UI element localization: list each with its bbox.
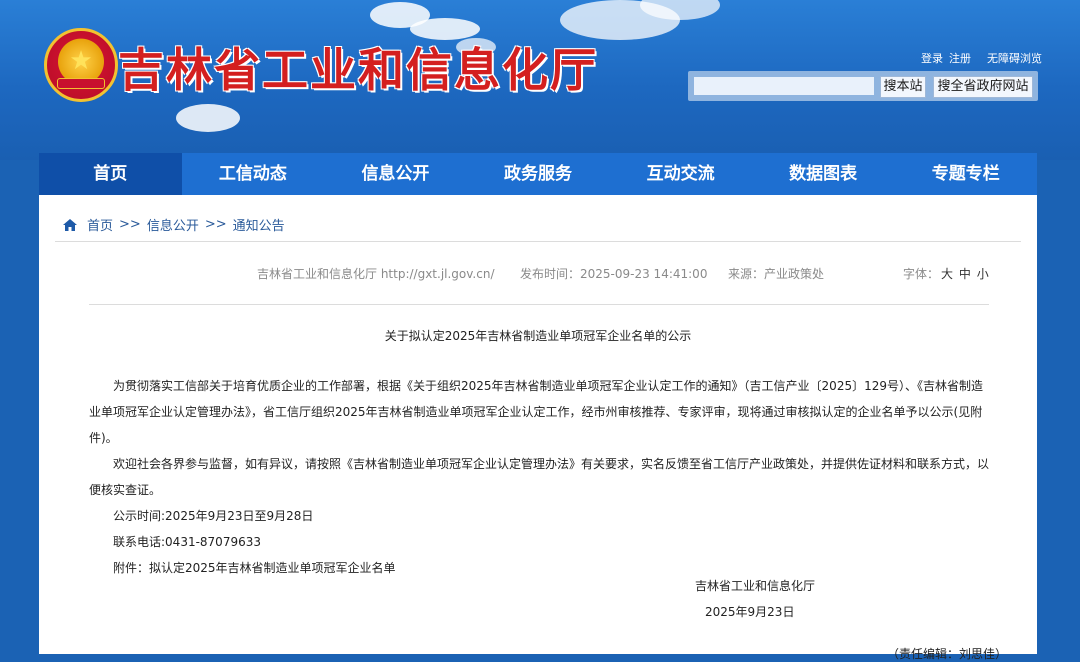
search-input[interactable] bbox=[694, 77, 874, 95]
meta-from: 来源：产业政策处 bbox=[728, 267, 825, 281]
article-title: 关于拟认定2025年吉林省制造业单项冠军企业名单的公示 bbox=[384, 329, 692, 343]
article-paragraph: 为贯彻落实工信部关于培育优质企业的工作部署，根据《关于组织2025年吉林省制造业… bbox=[89, 379, 983, 445]
breadcrumb-separator: >> bbox=[204, 217, 227, 232]
home-icon bbox=[63, 218, 77, 231]
article-attachment-link[interactable]: 附件：拟认定2025年吉林省制造业单项冠军企业名单 bbox=[89, 555, 989, 581]
register-link[interactable]: 注册 bbox=[949, 52, 971, 65]
nav-item-data-charts[interactable]: 数据图表 bbox=[752, 153, 895, 195]
top-links: 登录 注册 无障碍浏览 bbox=[921, 50, 1048, 66]
breadcrumb-notices[interactable]: 通知公告 bbox=[233, 215, 285, 234]
font-size-large[interactable]: 大 bbox=[941, 267, 953, 281]
accessibility-link[interactable]: 无障碍浏览 bbox=[987, 52, 1042, 65]
article-notice-period: 公示时间:2025年9月23日至9月28日 bbox=[113, 509, 314, 523]
login-link[interactable]: 登录 bbox=[921, 52, 943, 65]
content-panel: 首页 >> 信息公开 >> 通知公告 吉林省工业和信息化厅 http://gxt… bbox=[39, 195, 1037, 661]
national-emblem-icon: ★ bbox=[44, 28, 118, 102]
font-size-medium[interactable]: 中 bbox=[959, 267, 971, 281]
nav-item-special-topics[interactable]: 专题专栏 bbox=[894, 153, 1037, 195]
search-all-gov-button[interactable]: 搜全省政府网站 bbox=[933, 76, 1033, 98]
nav-item-news[interactable]: 工信动态 bbox=[182, 153, 325, 195]
sign-organization: 吉林省工业和信息化厅 bbox=[695, 579, 816, 593]
breadcrumb: 首页 >> 信息公开 >> 通知公告 bbox=[63, 215, 285, 234]
meta-source: 吉林省工业和信息化厅 http://gxt.jl.gov.cn/ bbox=[257, 267, 495, 281]
breadcrumb-home[interactable]: 首页 bbox=[87, 215, 113, 234]
nav-item-home[interactable]: 首页 bbox=[39, 153, 182, 195]
site-header: ★ 吉林省工业和信息化厅 登录 注册 无障碍浏览 搜本站 搜全省政府网站 bbox=[0, 0, 1080, 160]
sign-date: 2025年9月23日 bbox=[705, 605, 795, 619]
divider bbox=[55, 241, 1021, 242]
article-body: 为贯彻落实工信部关于培育优质企业的工作部署，根据《关于组织2025年吉林省制造业… bbox=[89, 373, 989, 581]
nav-item-info-public[interactable]: 信息公开 bbox=[324, 153, 467, 195]
breadcrumb-separator: >> bbox=[119, 217, 141, 232]
cloud-decoration bbox=[176, 104, 240, 132]
divider bbox=[89, 304, 989, 305]
site-title: 吉林省工业和信息化厅 bbox=[118, 43, 598, 97]
font-size-label: 字体： bbox=[903, 267, 940, 281]
article-signature: 吉林省工业和信息化厅 2025年9月23日 bbox=[695, 573, 815, 625]
article-contact-phone: 联系电话:0431-87079633 bbox=[113, 535, 261, 549]
search-box: 搜本站 搜全省政府网站 bbox=[688, 71, 1038, 101]
breadcrumb-info-public[interactable]: 信息公开 bbox=[147, 215, 199, 234]
font-size-small[interactable]: 小 bbox=[977, 267, 989, 281]
meta-publish-time: 发布时间：2025-09-23 14:41:00 bbox=[520, 267, 708, 281]
font-size-control: 字体：大 中 小 bbox=[903, 265, 989, 282]
nav-item-interaction[interactable]: 互动交流 bbox=[609, 153, 752, 195]
nav-item-gov-services[interactable]: 政务服务 bbox=[467, 153, 610, 195]
search-site-button[interactable]: 搜本站 bbox=[880, 76, 926, 98]
main-nav: 首页 工信动态 信息公开 政务服务 互动交流 数据图表 专题专栏 bbox=[39, 153, 1037, 195]
article-paragraph: 欢迎社会各界参与监督，如有异议，请按照《吉林省制造业单项冠军企业认定管理办法》有… bbox=[89, 457, 990, 497]
